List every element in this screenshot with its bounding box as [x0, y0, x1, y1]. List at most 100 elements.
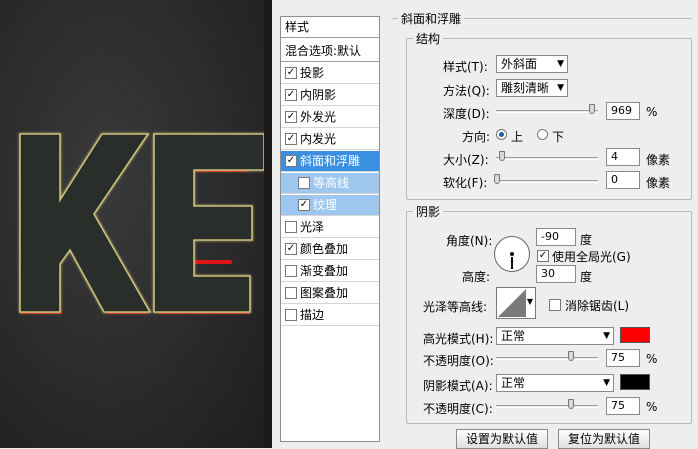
- depth-input[interactable]: 969: [606, 102, 640, 120]
- shadow-opacity-label: 不透明度(C):: [423, 402, 493, 416]
- style-item-label: 斜面和浮雕: [300, 154, 361, 168]
- angle-unit: 度: [580, 233, 593, 247]
- style-item-checkbox[interactable]: ✓: [285, 88, 297, 101]
- chevron-down-icon: ▼: [603, 378, 610, 388]
- style-item-label: 渐变叠加: [300, 264, 349, 278]
- style-item-0[interactable]: ✓ 投影: [281, 63, 379, 84]
- highlight-opacity-slider[interactable]: [496, 357, 598, 360]
- style-item-checkbox[interactable]: [285, 286, 297, 299]
- shadow-opacity-input[interactable]: 75: [606, 397, 640, 415]
- depth-label: 深度(D):: [443, 107, 490, 121]
- style-item-checkbox[interactable]: ✓: [298, 198, 310, 211]
- highlight-opacity-label: 不透明度(O):: [423, 354, 494, 368]
- bevel-emboss-title: 斜面和浮雕: [401, 12, 462, 26]
- chevron-down-icon: ▼: [526, 297, 533, 306]
- direction-down-radio[interactable]: [537, 129, 548, 140]
- altitude-input[interactable]: 30: [536, 265, 576, 283]
- shading-legend: 阴影: [416, 205, 441, 219]
- style-item-checkbox[interactable]: ✓: [285, 154, 297, 167]
- style-label: 样式(T):: [443, 60, 488, 74]
- blend-options-item[interactable]: 混合选项:默认: [281, 41, 379, 62]
- direction-label: 方向:: [462, 130, 491, 144]
- shadow-opacity-slider[interactable]: [496, 405, 598, 408]
- style-item-checkbox[interactable]: ✓: [285, 242, 297, 255]
- style-item-checkbox[interactable]: [285, 264, 297, 277]
- anti-alias-checkbox[interactable]: [549, 299, 561, 311]
- gloss-contour-label: 光泽等高线:: [423, 300, 488, 314]
- shadow-mode-label: 阴影模式(A):: [423, 379, 493, 393]
- shadow-opacity-unit: %: [646, 400, 658, 414]
- chevron-down-icon: ▼: [557, 83, 564, 93]
- soften-label: 软化(F):: [443, 176, 488, 190]
- style-item-checkbox[interactable]: ✓: [285, 110, 297, 123]
- chevron-down-icon: ▼: [603, 331, 610, 341]
- shadow-color-swatch[interactable]: [620, 374, 650, 390]
- global-light-label: 使用全局光(G): [552, 250, 631, 264]
- styles-header[interactable]: 样式: [281, 17, 379, 38]
- style-item-7[interactable]: 光泽: [281, 217, 379, 238]
- highlight-mode-label: 高光模式(H):: [423, 332, 494, 346]
- soften-slider-thumb[interactable]: [494, 174, 500, 184]
- shadow-mode-value: 正常: [501, 376, 526, 390]
- soften-slider[interactable]: [496, 180, 598, 183]
- angle-input[interactable]: -90: [536, 228, 576, 246]
- depth-unit: %: [646, 105, 658, 119]
- angle-dial-center: [510, 252, 514, 256]
- technique-label: 方法(Q):: [443, 84, 490, 98]
- style-item-1[interactable]: ✓ 内阴影: [281, 85, 379, 106]
- soften-input[interactable]: 0: [606, 171, 640, 189]
- angle-dial-pointer: [511, 257, 513, 269]
- style-item-label: 投影: [300, 66, 325, 80]
- size-slider-thumb[interactable]: [499, 151, 505, 161]
- size-input[interactable]: 4: [606, 148, 640, 166]
- style-select[interactable]: 外斜面 ▼: [496, 55, 568, 73]
- style-item-6[interactable]: ✓ 纹理: [281, 195, 379, 216]
- style-item-label: 内阴影: [300, 88, 337, 102]
- global-light-checkbox[interactable]: ✓: [537, 250, 549, 262]
- style-item-label: 图案叠加: [300, 286, 349, 300]
- direction-up-radio[interactable]: [496, 129, 507, 140]
- size-unit: 像素: [646, 153, 671, 167]
- style-item-label: 等高线: [313, 176, 350, 190]
- direction-down-label: 下: [552, 130, 565, 144]
- letter-k: [19, 133, 152, 313]
- highlight-color-swatch[interactable]: [620, 327, 650, 343]
- canvas-preview: [0, 0, 264, 448]
- angle-dial[interactable]: [494, 236, 530, 272]
- gloss-contour-picker[interactable]: ▼: [496, 287, 536, 319]
- highlight-mode-value: 正常: [501, 329, 526, 343]
- highlight-opacity-thumb[interactable]: [568, 351, 574, 361]
- direction-up-label: 上: [511, 130, 524, 144]
- highlight-mode-select[interactable]: 正常 ▼: [496, 327, 614, 345]
- style-item-11[interactable]: 描边: [281, 305, 379, 326]
- chevron-down-icon: ▼: [557, 59, 564, 69]
- style-item-8[interactable]: ✓ 颜色叠加: [281, 239, 379, 260]
- size-label: 大小(Z):: [443, 153, 489, 167]
- reset-default-button[interactable]: 复位为默认值: [558, 429, 650, 449]
- contour-preview-icon: [498, 289, 526, 317]
- style-item-checkbox[interactable]: ✓: [285, 132, 297, 145]
- shadow-mode-select[interactable]: 正常 ▼: [496, 374, 614, 392]
- style-item-checkbox[interactable]: [285, 308, 297, 321]
- style-item-3[interactable]: ✓ 内发光: [281, 129, 379, 150]
- depth-slider[interactable]: [496, 110, 598, 113]
- style-item-5[interactable]: 等高线: [281, 173, 379, 194]
- size-slider[interactable]: [496, 157, 598, 160]
- technique-select[interactable]: 雕刻清晰 ▼: [496, 79, 568, 97]
- shadow-opacity-thumb[interactable]: [568, 399, 574, 409]
- style-item-10[interactable]: 图案叠加: [281, 283, 379, 304]
- style-item-2[interactable]: ✓ 外发光: [281, 107, 379, 128]
- style-item-checkbox[interactable]: ✓: [285, 66, 297, 79]
- style-item-label: 外发光: [300, 110, 337, 124]
- style-item-checkbox[interactable]: [298, 176, 310, 189]
- depth-slider-thumb[interactable]: [589, 104, 596, 114]
- style-select-value: 外斜面: [501, 57, 538, 71]
- highlight-opacity-input[interactable]: 75: [606, 349, 640, 367]
- angle-label: 角度(N):: [446, 234, 493, 248]
- style-item-9[interactable]: 渐变叠加: [281, 261, 379, 282]
- style-item-4[interactable]: ✓ 斜面和浮雕: [281, 151, 379, 172]
- make-default-button[interactable]: 设置为默认值: [456, 429, 548, 449]
- style-item-checkbox[interactable]: [285, 220, 297, 233]
- anti-alias-label: 消除锯齿(L): [565, 299, 630, 313]
- letter-e: [153, 133, 264, 313]
